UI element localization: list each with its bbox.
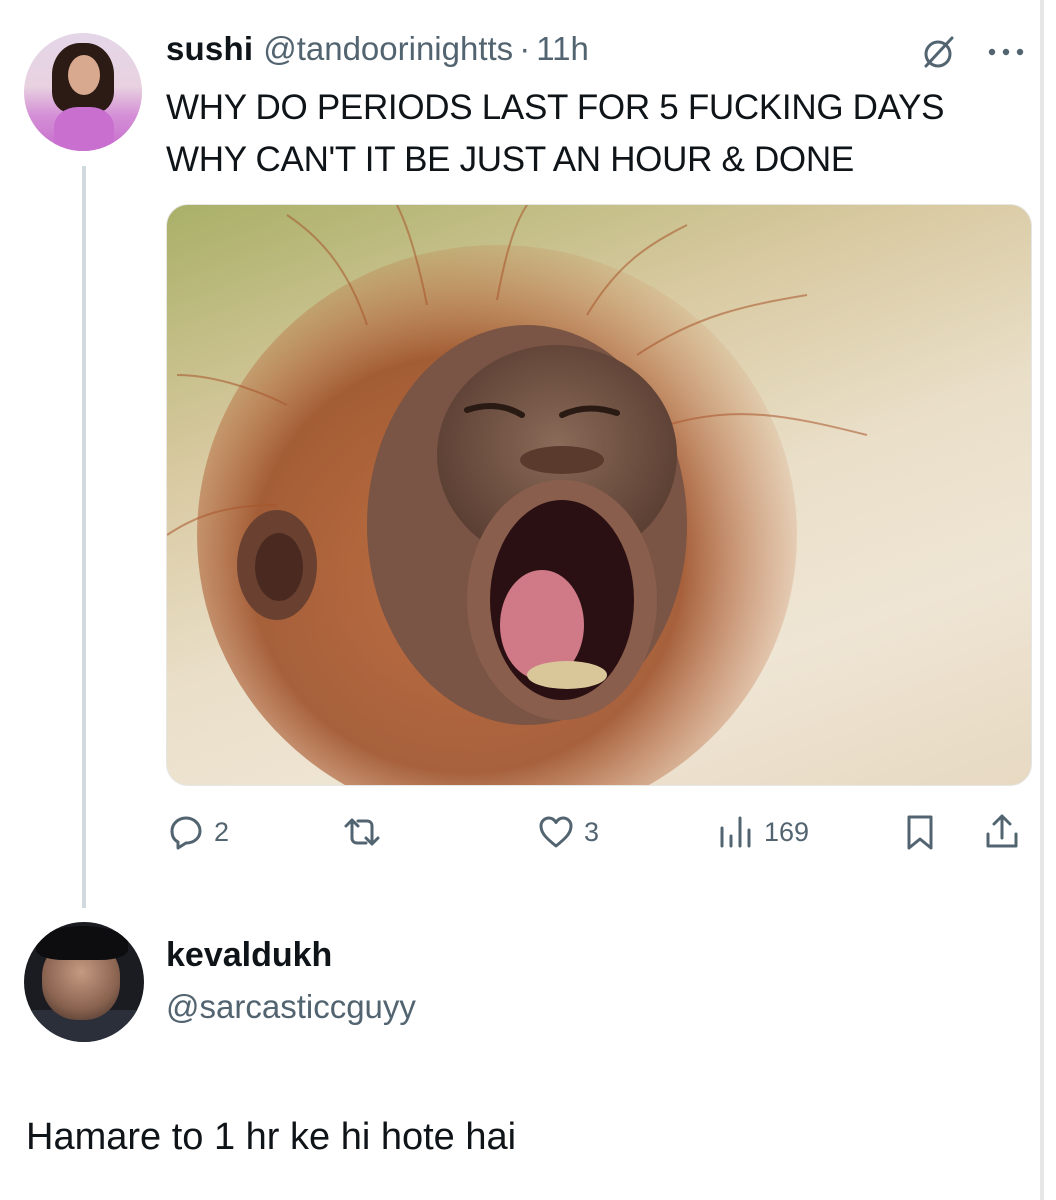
thread-connector-line (82, 166, 86, 908)
reply-author-avatar[interactable] (24, 922, 144, 1042)
more-dots-icon[interactable] (982, 30, 1030, 70)
tweet-time[interactable]: 11h (536, 30, 589, 68)
meta-separator: · (519, 30, 531, 67)
like-button[interactable]: 3 (536, 808, 599, 856)
reply-button[interactable]: 2 (166, 808, 229, 856)
grok-slash-icon[interactable] (918, 32, 958, 72)
heart-icon (539, 816, 573, 848)
tweet-media-image[interactable] (166, 204, 1032, 786)
scrollbar[interactable] (1040, 0, 1044, 1200)
author-handle[interactable]: @tandoorinightts (263, 30, 513, 68)
tweet-header: sushi @tandoorinightts · 11h (166, 30, 589, 74)
tweet-text-line: WHY CAN'T IT BE JUST AN HOUR & DONE (166, 140, 854, 179)
share-icon (986, 814, 1018, 848)
tweet-text: WHY DO PERIODS LAST FOR 5 FUCKING DAYS W… (166, 82, 1036, 186)
retweet-button[interactable] (342, 808, 390, 856)
retweet-icon (344, 818, 380, 846)
views-bar-icon (720, 816, 751, 848)
reply-author-name[interactable]: kevaldukh (166, 936, 332, 975)
like-count: 3 (584, 816, 600, 847)
tweet-action-bar: 2 3 169 (166, 808, 1030, 856)
tweet-text-line: WHY DO PERIODS LAST FOR 5 FUCKING DAYS (166, 88, 945, 127)
author-avatar[interactable] (24, 33, 142, 151)
reply-bubble-icon (170, 816, 202, 850)
reply-author-handle[interactable]: @sarcasticcguyy (166, 988, 416, 1026)
reply-count: 2 (214, 816, 230, 847)
views-count: 169 (764, 816, 810, 847)
share-button[interactable] (982, 808, 1022, 856)
bookmark-icon (907, 815, 933, 850)
reply-text: Hamare to 1 hr ke hi hote hai (26, 1116, 517, 1158)
bookmark-button[interactable] (900, 808, 940, 856)
views-button[interactable]: 169 (716, 808, 809, 856)
author-name[interactable]: sushi (166, 30, 253, 68)
